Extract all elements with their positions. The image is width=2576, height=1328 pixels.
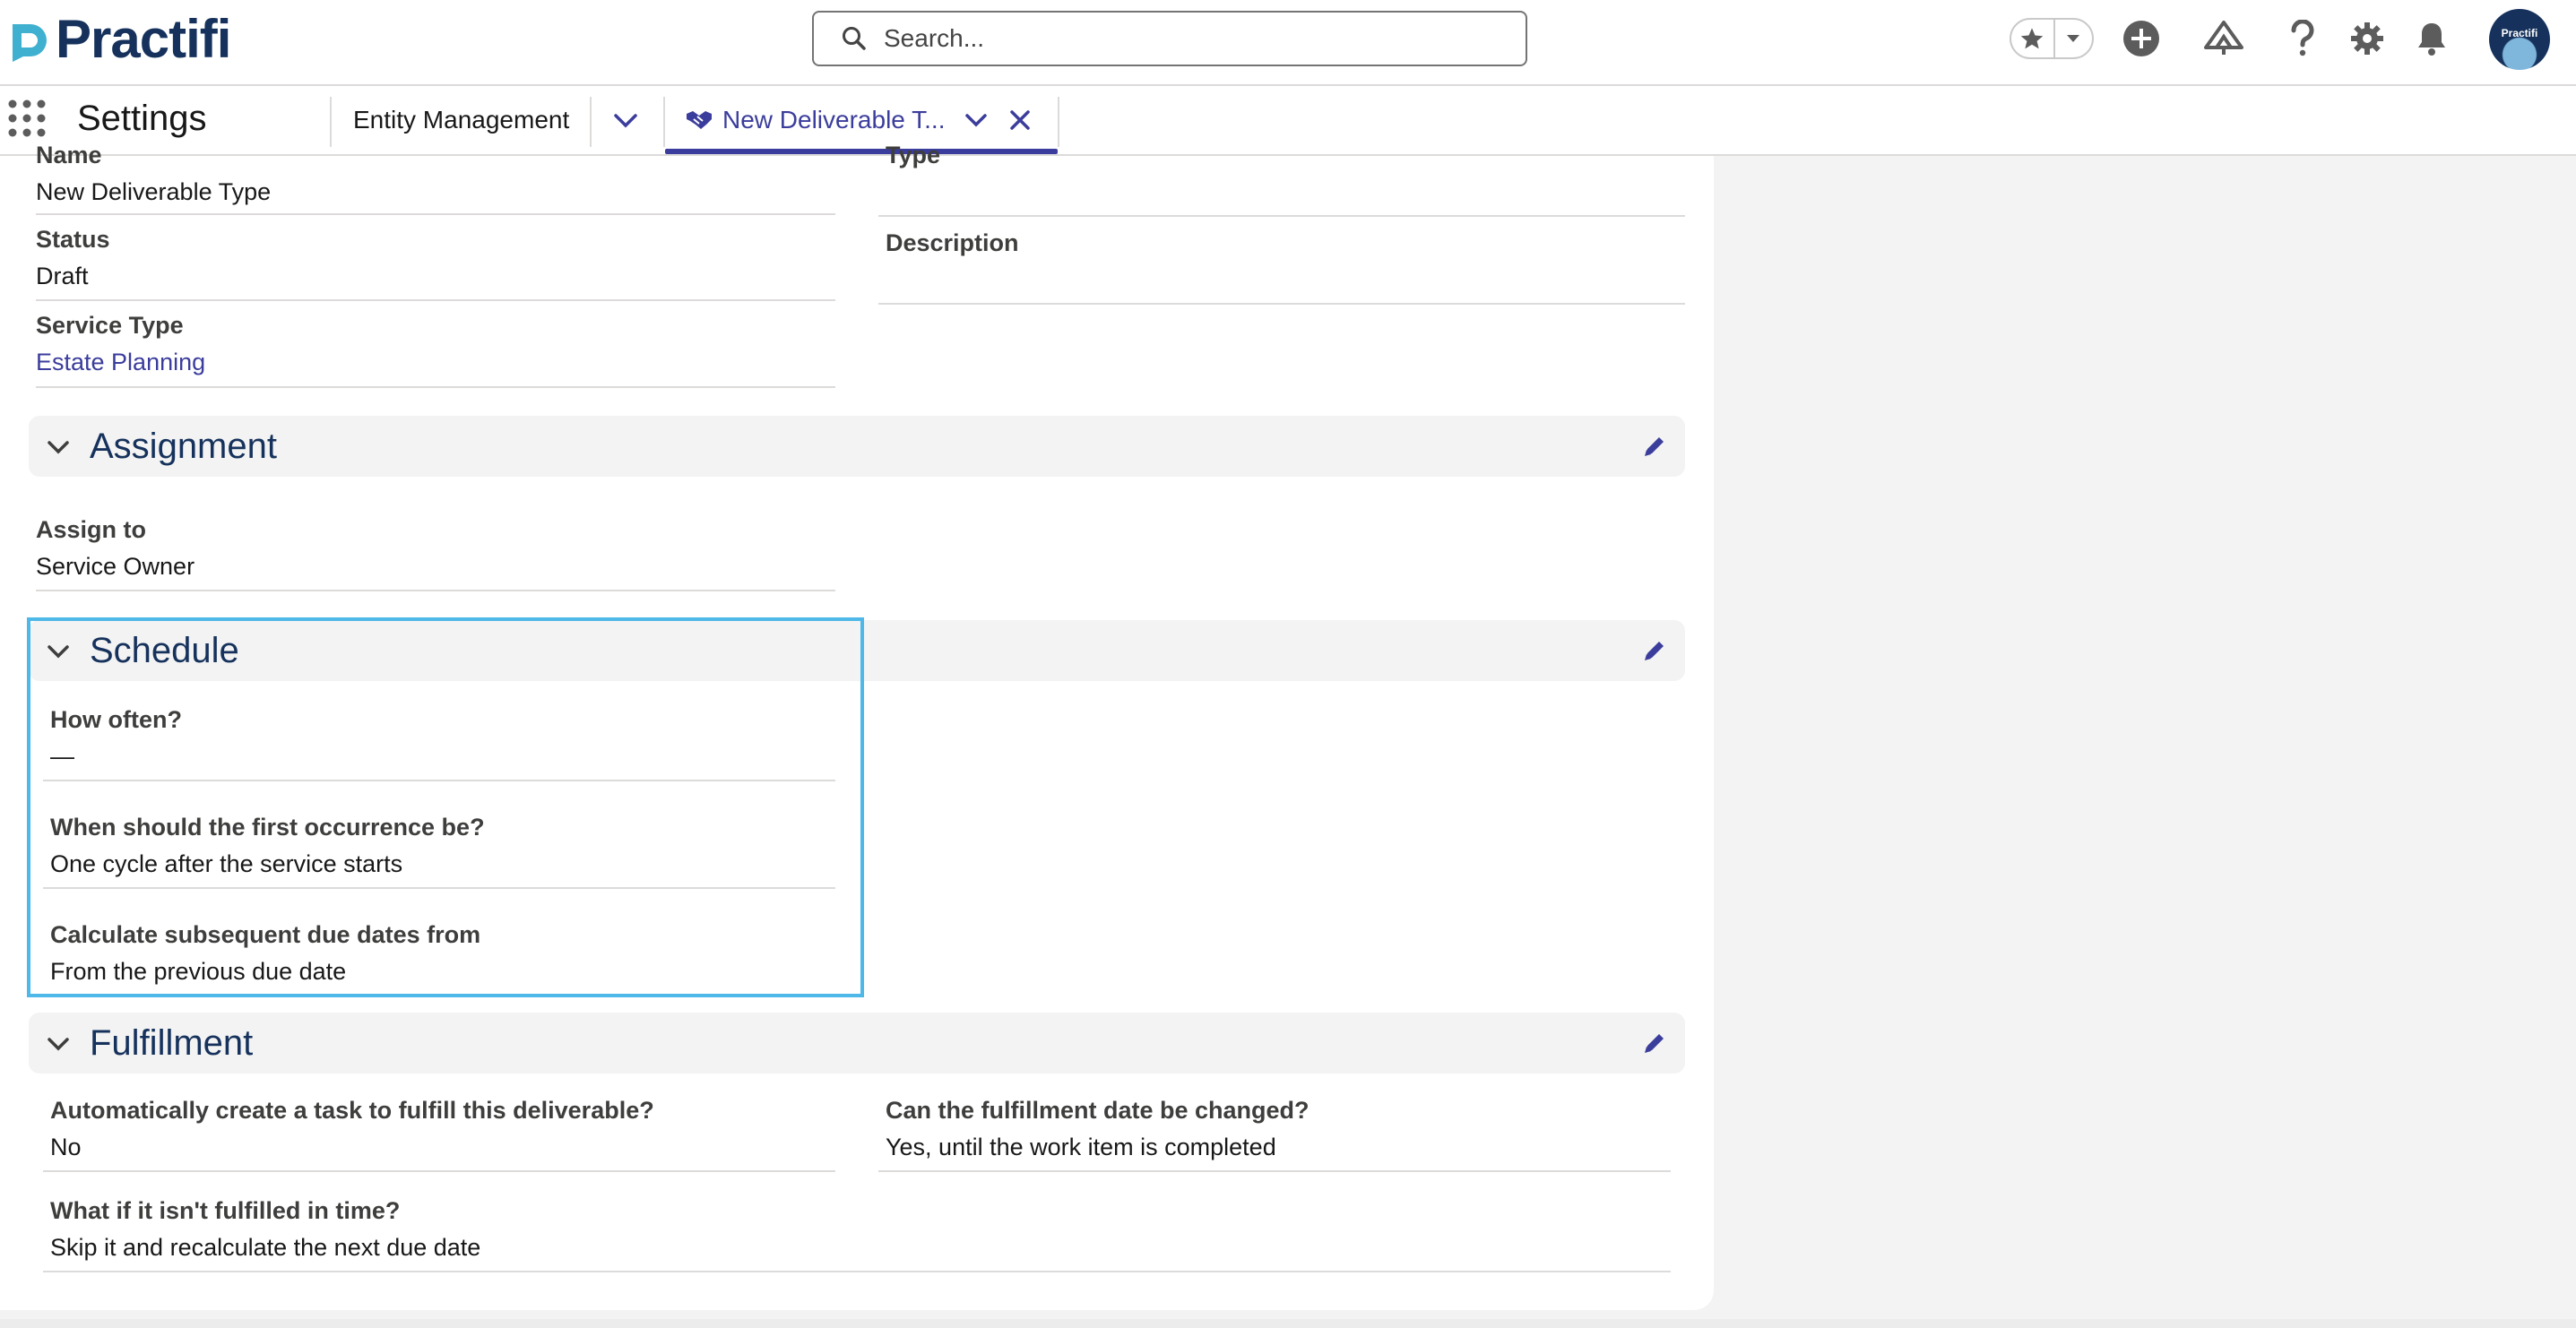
help-icon: [2291, 20, 2314, 56]
global-actions-button[interactable]: [2121, 18, 2162, 59]
practifi-logo-icon: [13, 24, 47, 62]
tab-options-button[interactable]: [964, 86, 988, 154]
close-icon: [1010, 110, 1030, 130]
search-icon: [843, 27, 866, 50]
app-name: Settings: [77, 99, 207, 138]
field-label: Can the fulfillment date be changed?: [886, 1097, 1310, 1124]
pencil-edit-icon[interactable]: [1640, 432, 1669, 461]
add-icon: [2123, 21, 2159, 56]
section-title: Fulfillment: [90, 1023, 254, 1063]
active-tab-indicator: [665, 149, 1058, 154]
field-label: Description: [886, 229, 1019, 256]
field-divider: [878, 215, 1685, 217]
field-divider: [43, 1271, 1671, 1272]
favorites-group: [2010, 18, 2094, 59]
notification-bell-icon: [2418, 23, 2445, 56]
field-divider: [36, 213, 835, 215]
nav-menu-button[interactable]: [613, 86, 638, 154]
field-divider: [43, 1170, 835, 1172]
section-header-fulfillment[interactable]: Fulfillment: [29, 1013, 1685, 1074]
field-not-fulfilled: What if it isn't fulfilled in time? Skip…: [50, 1199, 480, 1260]
navigation-bar: Settings Entity Management New Deliverab…: [0, 86, 2576, 156]
record-detail-card: Name New Deliverable Type Type Status Dr…: [0, 143, 1714, 1310]
field-label: Assign to: [36, 516, 147, 543]
logo-text: Practifi: [56, 9, 231, 69]
field-label: Service Type: [36, 312, 184, 339]
field-divider: [36, 386, 835, 388]
chevron-down-icon[interactable]: [45, 1030, 72, 1057]
section-title: Assignment: [90, 427, 277, 466]
field-value: No: [50, 1134, 82, 1160]
global-header: Practifi Search... Practifi: [0, 0, 2576, 86]
field-label: Type: [886, 142, 941, 168]
tab-entity-management[interactable]: Entity Management: [353, 86, 569, 154]
schedule-highlight-box: [27, 617, 864, 997]
field-value: Skip it and recalculate the next due dat…: [50, 1234, 481, 1261]
field-status: Status Draft: [36, 228, 110, 289]
handshake-icon: [687, 111, 712, 129]
tab-divider: [663, 97, 665, 147]
app-launcher-icon[interactable]: [7, 99, 47, 138]
practifi-logo[interactable]: Practifi: [7, 9, 231, 69]
trailhead-icon: [2204, 21, 2243, 55]
help-button[interactable]: [2282, 18, 2323, 59]
tab-label: Entity Management: [353, 106, 570, 134]
tab-label: New Deliverable T...: [722, 106, 946, 134]
field-type: Type: [886, 143, 940, 180]
global-search[interactable]: [812, 11, 1527, 66]
chevron-down-icon[interactable]: [45, 434, 72, 461]
pencil-edit-icon[interactable]: [1640, 1029, 1669, 1057]
user-avatar[interactable]: Practifi: [2489, 9, 2550, 70]
tab-divider: [330, 97, 332, 147]
field-divider: [878, 1170, 1671, 1172]
field-value: Draft: [36, 263, 89, 289]
field-label: Automatically create a task to fulfill t…: [50, 1097, 654, 1124]
service-type-link[interactable]: Estate Planning: [36, 350, 205, 375]
field-value: New Deliverable Type: [36, 178, 272, 205]
field-service-type: Service Type Estate Planning: [36, 314, 205, 375]
favorites-list-button[interactable]: [2055, 20, 2092, 57]
setup-gear-icon: [2351, 22, 2383, 55]
field-divider: [878, 303, 1685, 305]
chevron-down-icon: [965, 114, 987, 127]
field-value: Yes, until the work item is completed: [886, 1134, 1276, 1160]
chevron-down-icon: [614, 114, 637, 128]
field-auto-create-task: Automatically create a task to fulfill t…: [50, 1099, 654, 1160]
field-value: Service Owner: [36, 553, 195, 580]
star-icon: [2021, 28, 2044, 49]
notifications-button[interactable]: [2411, 18, 2452, 59]
favorites-button[interactable]: [2011, 20, 2055, 57]
tab-close-button[interactable]: [1009, 86, 1031, 154]
avatar-text: Practifi: [2501, 27, 2538, 39]
page-footer-strip: [0, 1319, 2576, 1328]
field-name: Name New Deliverable Type: [36, 143, 271, 204]
tab-divider: [590, 97, 592, 147]
field-label: What if it isn't fulfilled in time?: [50, 1197, 401, 1224]
chevron-down-icon: [2067, 35, 2080, 42]
field-assign-to: Assign to Service Owner: [36, 518, 194, 579]
field-description: Description: [886, 231, 1019, 268]
field-label: Status: [36, 226, 110, 253]
section-header-assignment[interactable]: Assignment: [29, 416, 1685, 477]
pencil-edit-icon[interactable]: [1640, 636, 1669, 665]
tab-divider: [1058, 97, 1059, 147]
field-date-changeable: Can the fulfillment date be changed? Yes…: [886, 1099, 1310, 1160]
trailhead-button[interactable]: [2203, 18, 2244, 59]
field-divider: [36, 299, 835, 301]
setup-button[interactable]: [2347, 18, 2388, 59]
search-input[interactable]: [882, 23, 1495, 54]
field-label: Name: [36, 142, 102, 168]
field-divider: [36, 590, 835, 591]
